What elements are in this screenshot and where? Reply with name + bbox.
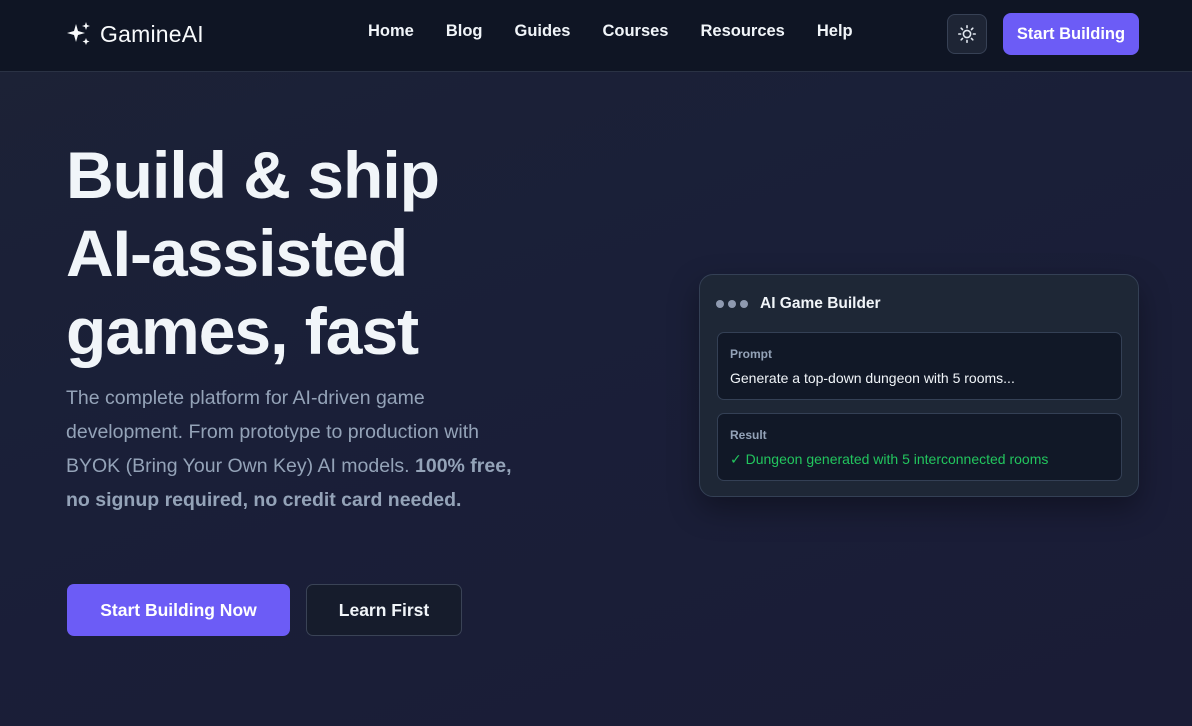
result-panel: Result ✓ Dungeon generated with 5 interc… xyxy=(717,413,1122,481)
nav-link-courses[interactable]: Courses xyxy=(586,20,684,42)
result-text: ✓ Dungeon generated with 5 interconnecte… xyxy=(730,451,1049,467)
learn-first-button[interactable]: Learn First xyxy=(306,584,462,636)
theme-toggle-button[interactable] xyxy=(947,14,987,54)
main-nav: Home Blog Guides Courses Resources Help xyxy=(352,20,869,42)
result-label: Result xyxy=(730,428,767,442)
window-dots-icon xyxy=(716,300,748,308)
hero-description: The complete platform for AI-driven game… xyxy=(66,381,516,517)
window-dot xyxy=(716,300,724,308)
hero-title: Build & ship AI-assisted games, fast xyxy=(66,136,586,370)
sun-icon xyxy=(957,24,977,44)
card-title: AI Game Builder xyxy=(760,295,881,312)
window-dot xyxy=(728,300,736,308)
card-header: AI Game Builder xyxy=(716,293,881,315)
start-building-button[interactable]: Start Building xyxy=(1003,13,1139,55)
top-nav: GamineAI Home Blog Guides Courses Resour… xyxy=(0,0,1192,72)
ai-game-builder-card: AI Game Builder Prompt Generate a top-do… xyxy=(699,274,1139,497)
hero-title-line: games, fast xyxy=(66,294,419,368)
start-building-now-button[interactable]: Start Building Now xyxy=(67,584,290,636)
window-dot xyxy=(740,300,748,308)
prompt-panel: Prompt Generate a top-down dungeon with … xyxy=(717,332,1122,400)
brand-name: GamineAI xyxy=(100,20,204,47)
nav-link-blog[interactable]: Blog xyxy=(430,20,499,42)
nav-link-guides[interactable]: Guides xyxy=(499,20,587,42)
prompt-text: Generate a top-down dungeon with 5 rooms… xyxy=(730,370,1015,386)
nav-link-help[interactable]: Help xyxy=(801,20,869,42)
hero-title-line: Build & ship xyxy=(66,138,440,212)
brand-logo[interactable]: GamineAI xyxy=(66,18,204,50)
nav-link-resources[interactable]: Resources xyxy=(684,20,800,42)
prompt-label: Prompt xyxy=(730,347,772,361)
sparkles-icon xyxy=(67,22,90,45)
nav-link-home[interactable]: Home xyxy=(352,20,430,42)
hero-title-line: AI-assisted xyxy=(66,216,408,290)
